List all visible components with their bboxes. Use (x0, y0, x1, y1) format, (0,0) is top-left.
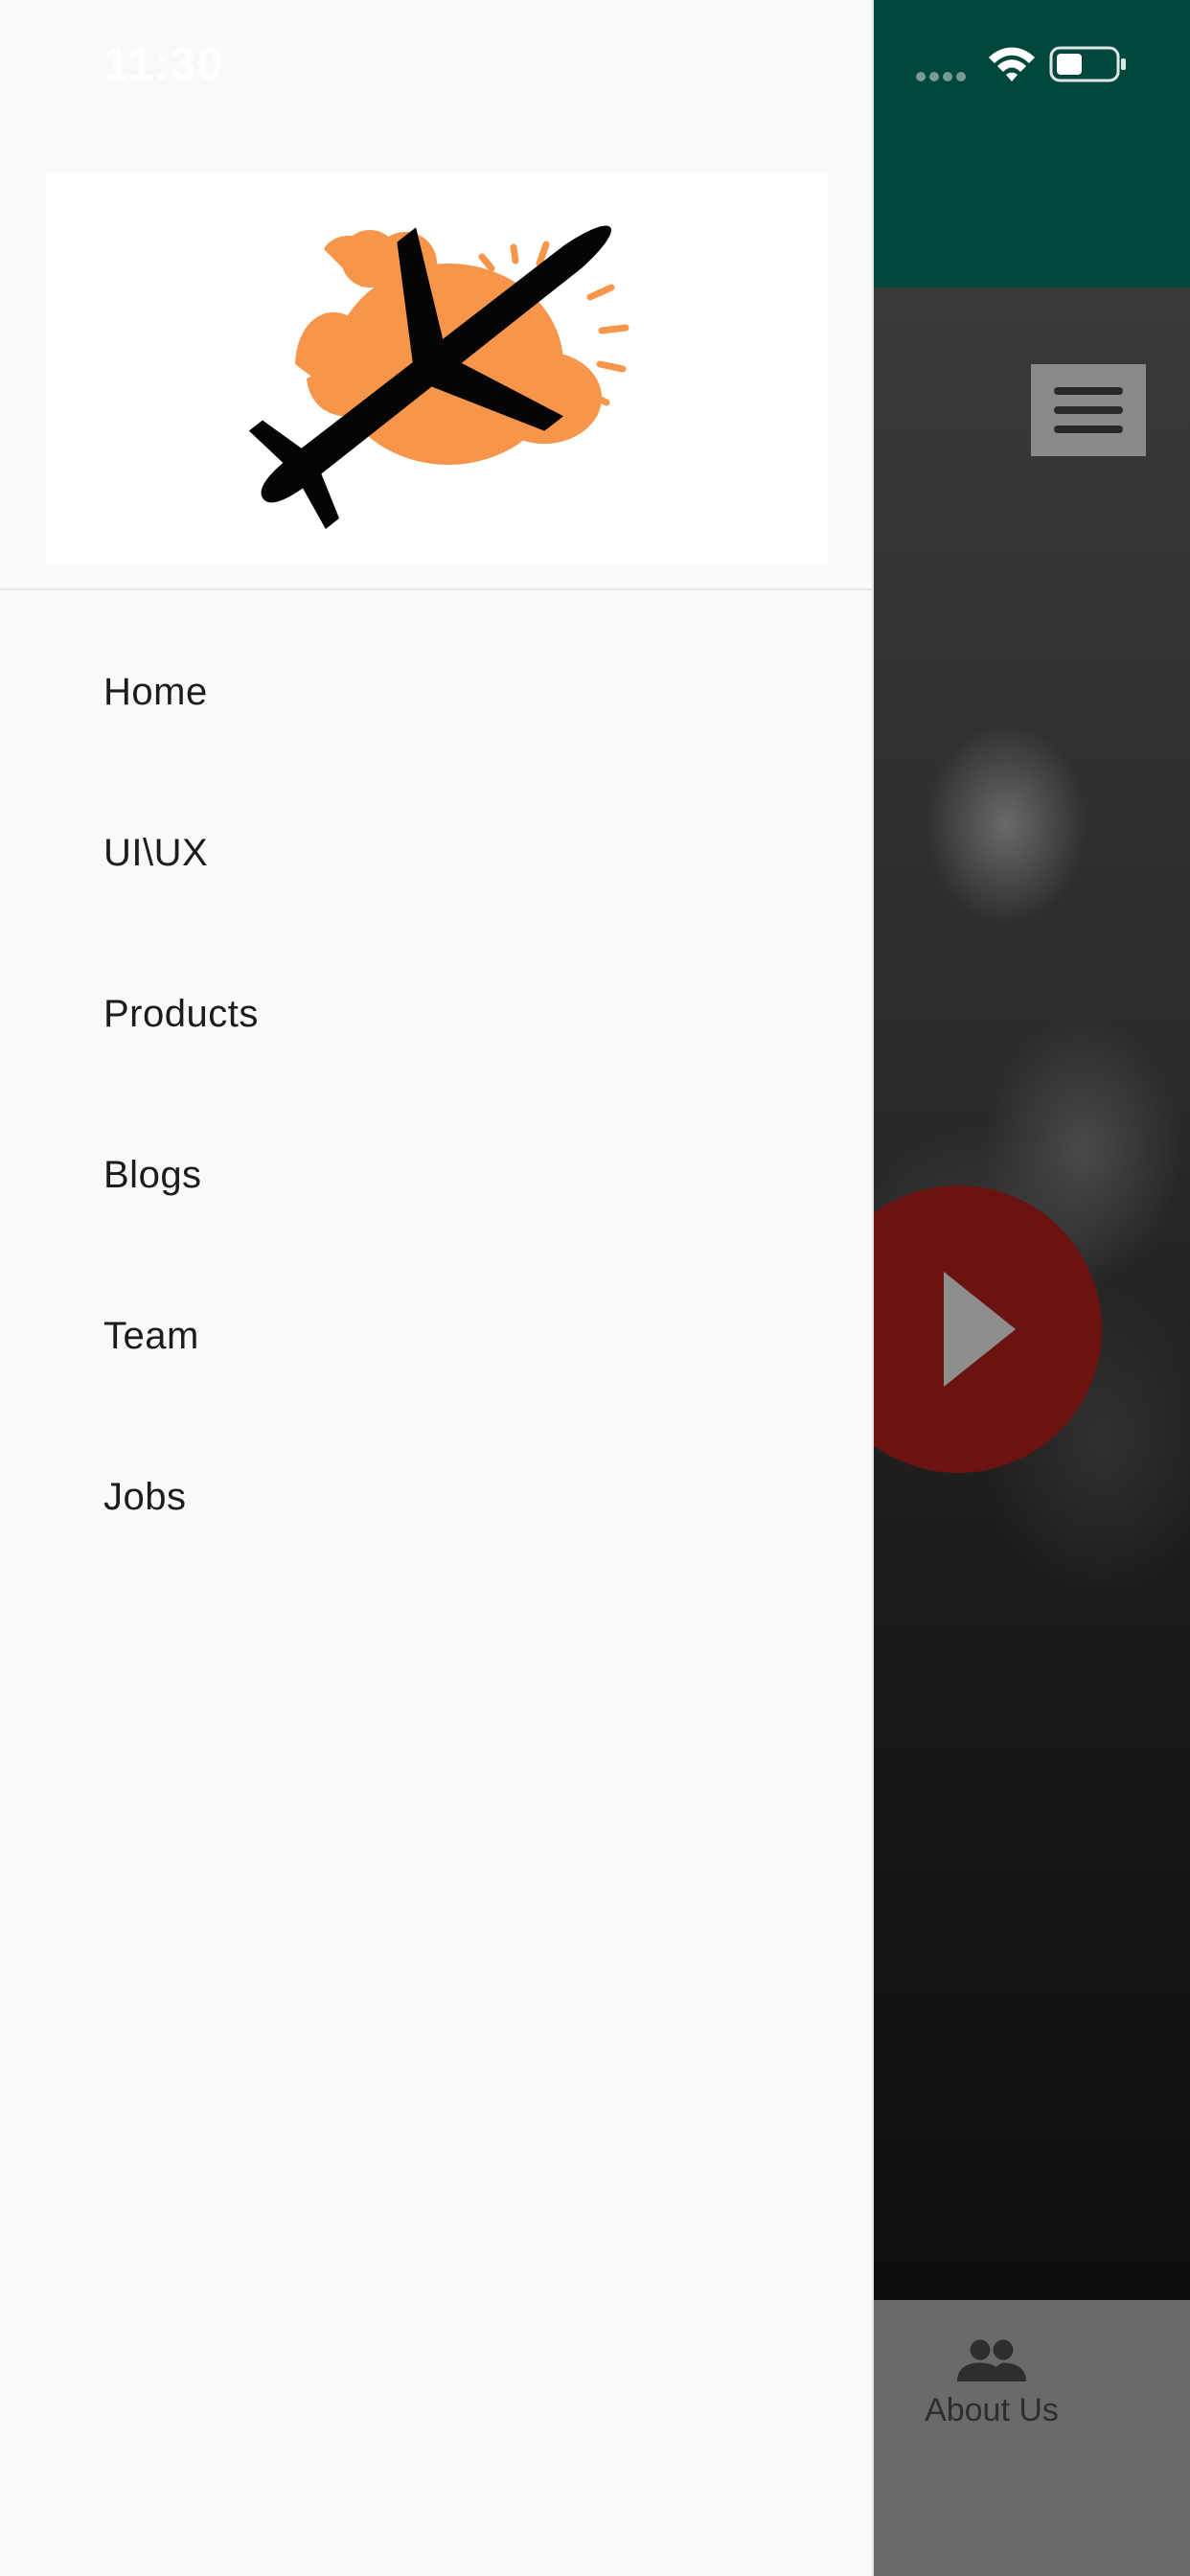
drawer-item-jobs[interactable]: Jobs (0, 1416, 872, 1577)
menu-line (1054, 406, 1123, 414)
menu-icon[interactable] (1031, 364, 1146, 456)
menu-line (1054, 426, 1123, 433)
drawer-nav-list: Home UI\UX Products Blogs Team Jobs (0, 611, 872, 1577)
airplane-logo-icon (248, 225, 629, 529)
logo-card (46, 172, 828, 565)
drawer-item-blogs[interactable]: Blogs (0, 1094, 872, 1255)
signal-icon (916, 72, 966, 81)
drawer-item-label: Products (103, 992, 259, 1035)
menu-line (1054, 387, 1123, 395)
drawer-item-label: Team (103, 1314, 199, 1357)
drawer-item-team[interactable]: Team (0, 1255, 872, 1416)
play-icon (944, 1272, 1016, 1387)
wifi-icon (989, 47, 1035, 81)
status-icons (915, 42, 1135, 90)
drawer-item-label: Jobs (103, 1475, 187, 1518)
drawer-item-products[interactable]: Products (0, 933, 872, 1094)
people-icon (957, 2339, 1026, 2381)
drawer-item-uiux[interactable]: UI\UX (0, 772, 872, 933)
battery-icon (1049, 46, 1126, 82)
drawer-item-label: Blogs (103, 1153, 202, 1196)
drawer-item-label: Home (103, 670, 208, 713)
tab-about-us-label: About Us (925, 2392, 1059, 2428)
drawer-item-home[interactable]: Home (0, 611, 872, 772)
status-time: 11:30 (103, 39, 224, 90)
navigation-drawer: Home UI\UX Products Blogs Team Jobs (0, 0, 874, 2576)
drawer-item-label: UI\UX (103, 831, 209, 874)
tab-about-us[interactable]: About Us (901, 2338, 1083, 2472)
